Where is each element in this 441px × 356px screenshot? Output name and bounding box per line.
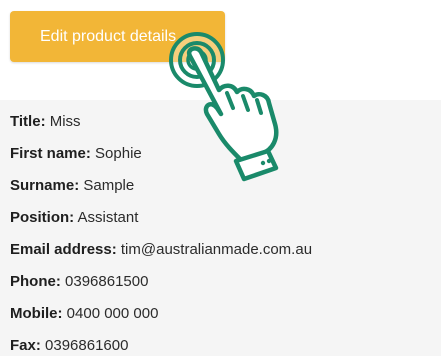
detail-row-mobile: Mobile: 0400 000 000 <box>10 304 158 324</box>
detail-label: Position: <box>10 209 75 226</box>
detail-row-title: Title: Miss <box>10 112 81 132</box>
detail-row-position: Position: Assistant <box>10 208 138 228</box>
action-area: Edit product details <box>0 0 441 100</box>
detail-label: Fax: <box>10 337 41 354</box>
detail-value: Miss <box>49 113 81 130</box>
detail-value: 0396861500 <box>65 273 149 290</box>
detail-label: Phone: <box>10 273 61 290</box>
detail-value: 0396861600 <box>45 337 129 354</box>
detail-value: 0400 000 000 <box>66 305 159 322</box>
detail-label: Email address: <box>10 241 117 258</box>
detail-label: Surname: <box>10 177 80 194</box>
detail-label: Mobile: <box>10 305 63 322</box>
detail-row-first-name: First name: Sophie <box>10 144 142 164</box>
detail-value: tim@australianmade.com.au <box>120 241 313 258</box>
detail-label: Title: <box>10 113 46 130</box>
detail-row-email: Email address: tim@australianmade.com.au <box>10 240 312 260</box>
detail-label: First name: <box>10 145 91 162</box>
contact-details-panel: Title: Miss First name: Sophie Surname: … <box>0 100 441 356</box>
detail-row-phone: Phone: 0396861500 <box>10 272 148 292</box>
detail-value: Assistant <box>77 209 139 226</box>
detail-row-surname: Surname: Sample <box>10 176 134 196</box>
edit-product-details-button[interactable]: Edit product details <box>10 11 225 62</box>
detail-row-fax: Fax: 0396861600 <box>10 336 128 356</box>
detail-value: Sample <box>83 177 135 194</box>
detail-value: Sophie <box>95 145 142 162</box>
